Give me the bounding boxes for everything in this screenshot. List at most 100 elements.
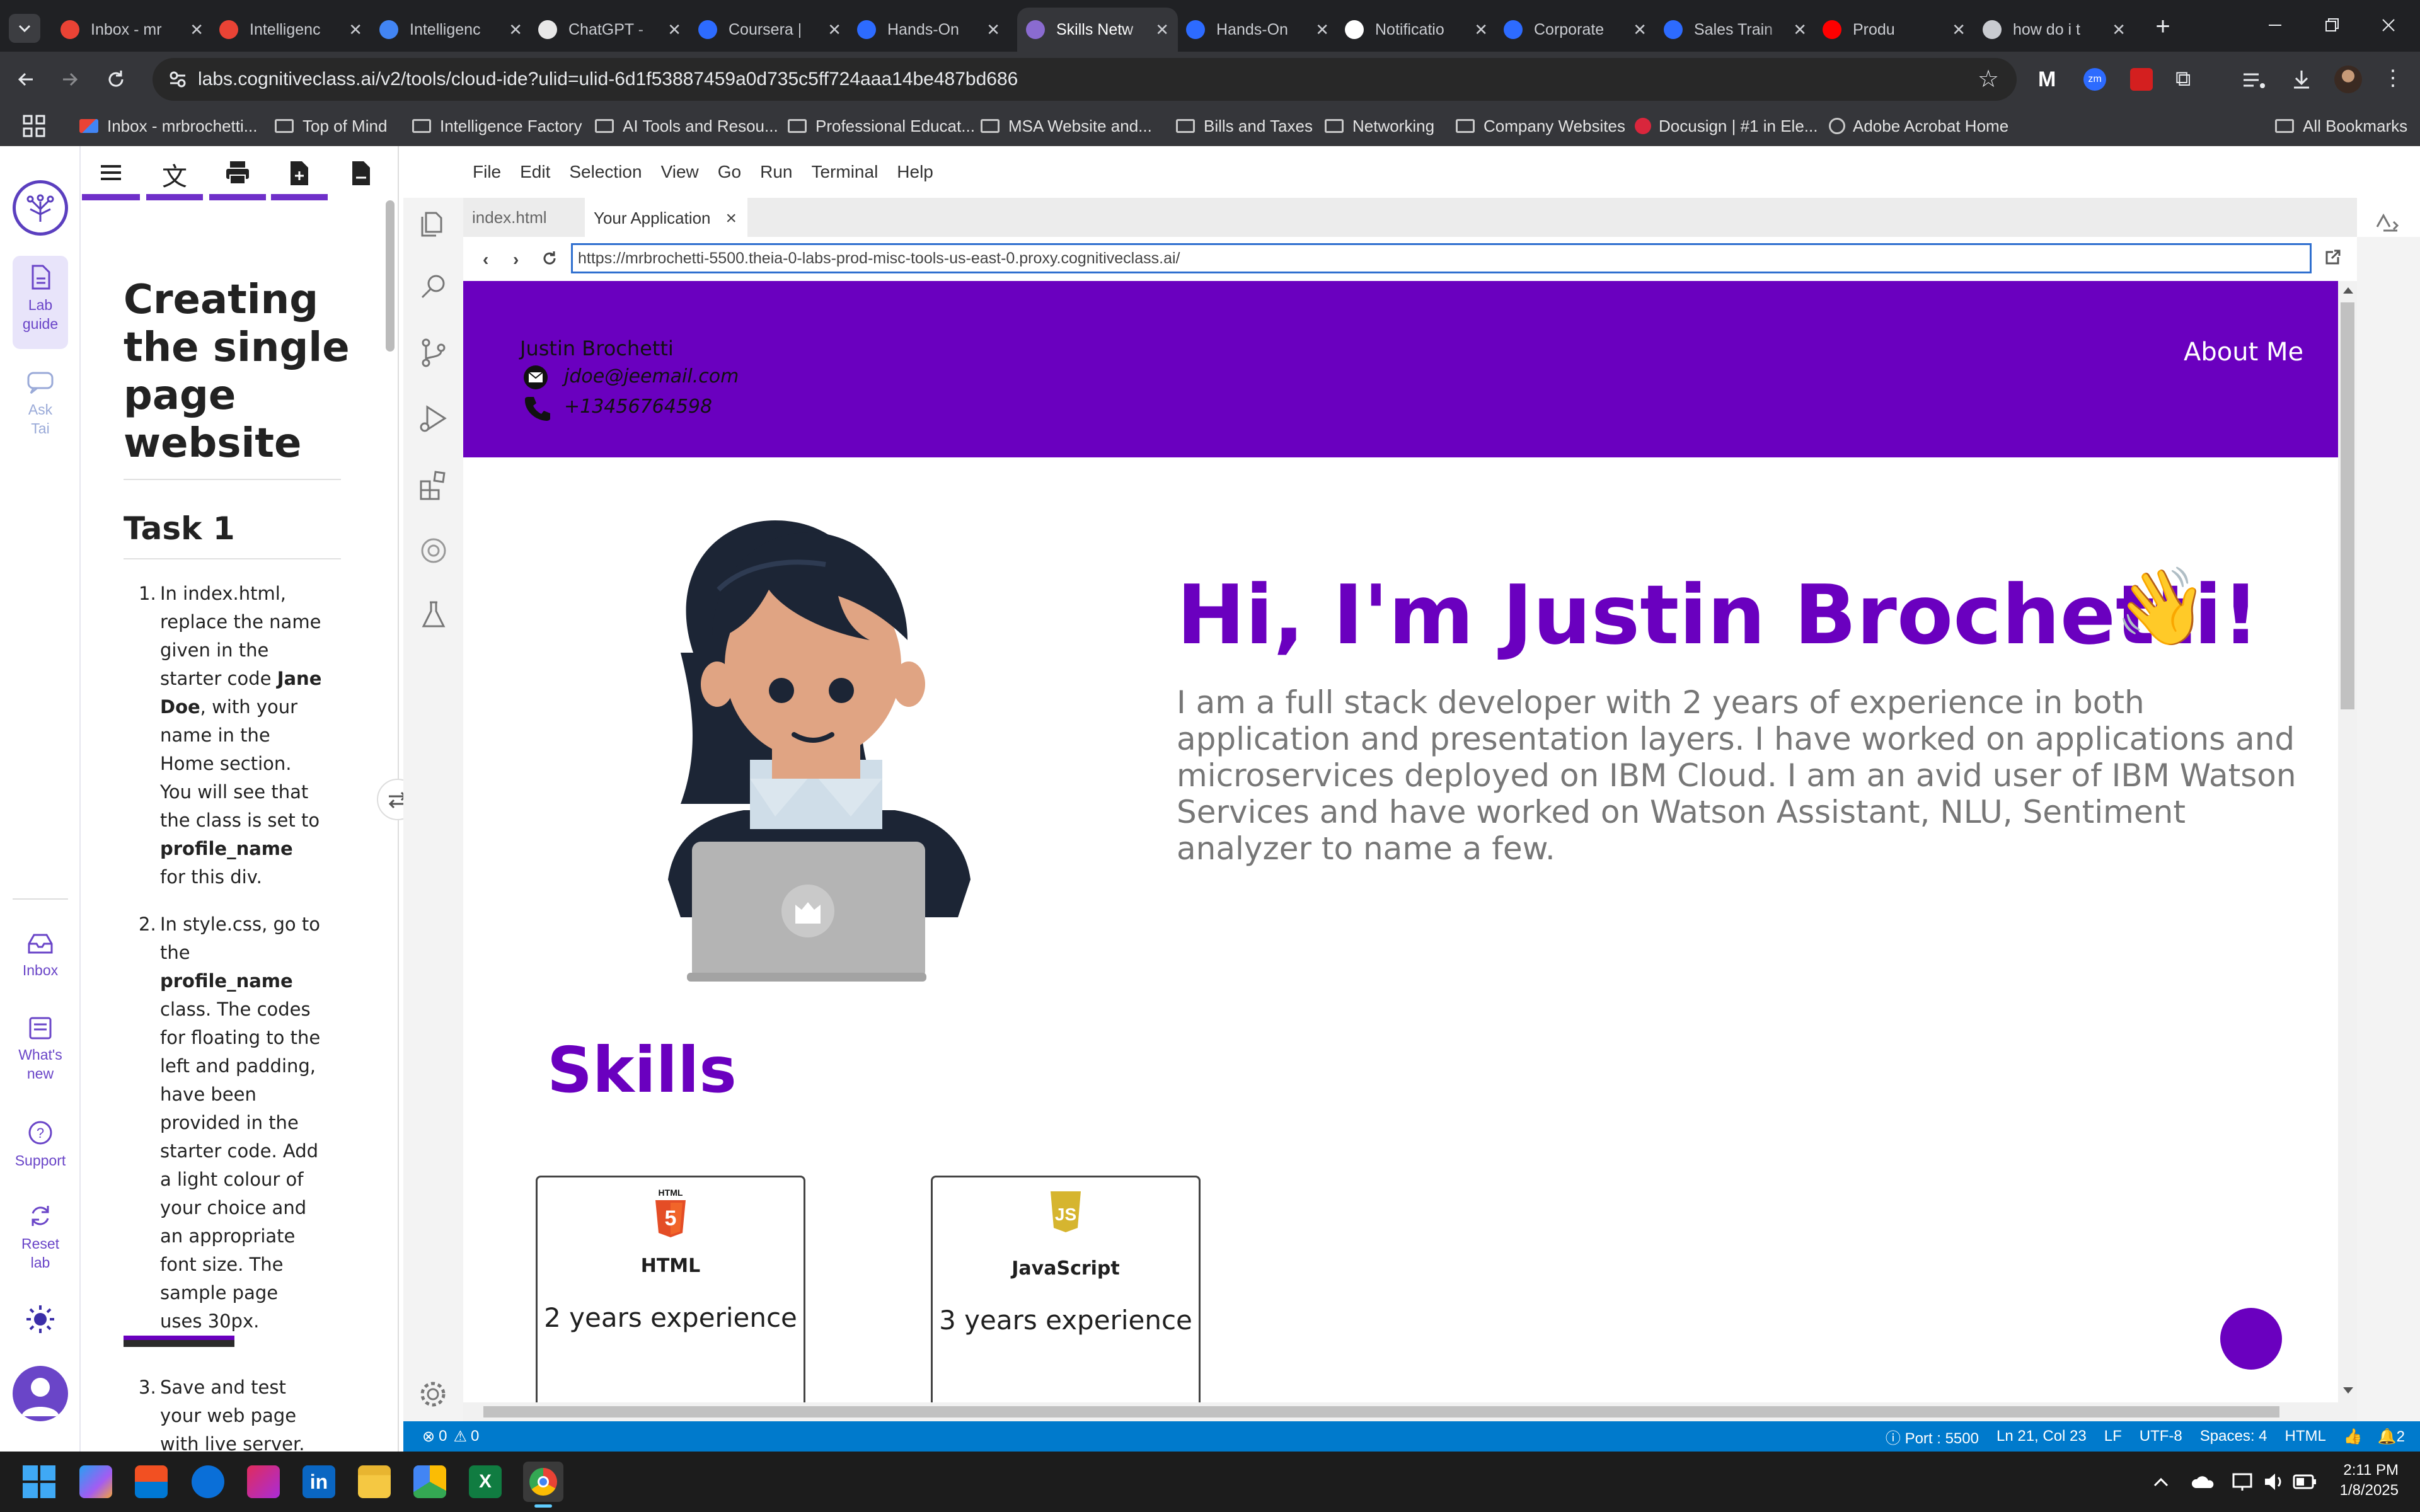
guide-translate-button[interactable]: 文 bbox=[146, 156, 203, 200]
browser-tab[interactable]: Intelligenc ✕ bbox=[371, 8, 531, 52]
reload-button[interactable] bbox=[102, 66, 130, 93]
close-tab-icon[interactable]: ✕ bbox=[349, 20, 362, 40]
bookmark-item[interactable]: Inbox - mrbrochetti... bbox=[79, 112, 257, 140]
downloads-icon[interactable] bbox=[2289, 67, 2314, 92]
linkedin-icon[interactable]: in bbox=[302, 1465, 335, 1498]
skill-card-javascript[interactable]: JS JavaScript 3 years experience bbox=[931, 1176, 1201, 1402]
close-tab-icon[interactable]: ✕ bbox=[986, 20, 1000, 40]
notifications-indicator[interactable]: 🔔2 bbox=[2378, 1428, 2405, 1446]
close-tab-icon[interactable]: ✕ bbox=[2112, 20, 2126, 40]
cursor-position[interactable]: Ln 21, Col 23 bbox=[1997, 1428, 2087, 1445]
bookmark-item[interactable]: Adobe Acrobat Home bbox=[1829, 112, 2008, 140]
bookmark-item[interactable]: Company Websites bbox=[1456, 112, 1625, 140]
window-restore-button[interactable] bbox=[2319, 13, 2344, 38]
display-icon[interactable] bbox=[2231, 1470, 2254, 1493]
guide-add-doc-button[interactable] bbox=[271, 156, 328, 200]
bookmark-star-icon[interactable]: ☆ bbox=[1978, 67, 2000, 91]
close-tab-icon[interactable]: × bbox=[726, 208, 737, 229]
window-minimize-button[interactable] bbox=[2262, 13, 2288, 38]
hscroll-thumb[interactable] bbox=[483, 1406, 2279, 1418]
profile-email[interactable]: jdoe@jeemail.com bbox=[564, 365, 739, 387]
source-control-icon[interactable] bbox=[417, 336, 450, 369]
bookmark-item[interactable]: Professional Educat... bbox=[788, 112, 975, 140]
cloud-tools-icon[interactable] bbox=[417, 534, 450, 567]
close-tab-icon[interactable]: ✕ bbox=[827, 20, 841, 40]
user-avatar-icon[interactable] bbox=[13, 1366, 68, 1421]
preview-forward-button[interactable]: › bbox=[513, 249, 528, 269]
battery-icon[interactable] bbox=[2293, 1473, 2318, 1491]
excel-icon[interactable]: X bbox=[469, 1465, 502, 1498]
close-tab-icon[interactable]: ✕ bbox=[667, 20, 681, 40]
extensions-puzzle-icon[interactable]: ⧉ bbox=[2175, 67, 2201, 92]
menu-file[interactable]: File bbox=[473, 162, 501, 182]
creative-cloud-icon[interactable] bbox=[247, 1465, 280, 1498]
bookmark-item[interactable]: Top of Mind bbox=[275, 112, 387, 140]
close-tab-icon[interactable]: ✕ bbox=[509, 20, 522, 40]
indent-indicator[interactable]: Spaces: 4 bbox=[2200, 1428, 2267, 1445]
google-drive-icon[interactable] bbox=[413, 1465, 446, 1498]
preview-vertical-scrollbar[interactable] bbox=[2338, 281, 2357, 1402]
floating-action-button[interactable] bbox=[2220, 1308, 2282, 1370]
browser-tab[interactable]: Sales Train ✕ bbox=[1655, 8, 1816, 52]
back-button[interactable] bbox=[13, 66, 40, 93]
menu-edit[interactable]: Edit bbox=[520, 162, 550, 182]
bookmark-item[interactable]: AI Tools and Resou... bbox=[595, 112, 778, 140]
close-tab-icon[interactable]: ✕ bbox=[1315, 20, 1329, 40]
menu-selection[interactable]: Selection bbox=[569, 162, 642, 182]
system-tray-chevron-icon[interactable] bbox=[2152, 1474, 2170, 1489]
close-tab-icon[interactable]: ✕ bbox=[1474, 20, 1488, 40]
scroll-thumb[interactable] bbox=[2341, 302, 2354, 709]
browser-tab[interactable]: Coursera | ✕ bbox=[689, 8, 850, 52]
browser-tab[interactable]: Intelligenc ✕ bbox=[210, 8, 371, 52]
rail-ask-tai[interactable]: Ask Tai bbox=[0, 370, 81, 438]
menu-terminal[interactable]: Terminal bbox=[811, 162, 878, 182]
guide-sample-image[interactable] bbox=[124, 1336, 234, 1347]
close-tab-icon[interactable]: ✕ bbox=[1633, 20, 1647, 40]
guide-toc-button[interactable] bbox=[82, 156, 140, 200]
nav-about-me[interactable]: About Me bbox=[2184, 338, 2303, 367]
rail-lab-guide[interactable]: Lab guide bbox=[0, 263, 81, 333]
browser-tab[interactable]: ChatGPT - ✕ bbox=[529, 8, 690, 52]
explorer-icon[interactable] bbox=[417, 208, 450, 241]
dell-icon[interactable] bbox=[192, 1465, 224, 1498]
menu-go[interactable]: Go bbox=[718, 162, 741, 182]
browser-tab[interactable]: Hands-On ✕ bbox=[1177, 8, 1338, 52]
settings-gear-icon[interactable] bbox=[417, 1378, 449, 1410]
problems-indicator[interactable]: ⊗ 0 ⚠ 0 bbox=[422, 1428, 479, 1446]
browser-menu-button[interactable]: ⋮ bbox=[2382, 66, 2404, 93]
theme-toggle-sun-icon[interactable] bbox=[25, 1304, 55, 1334]
language-indicator[interactable]: HTML bbox=[2285, 1428, 2326, 1445]
bookmark-item[interactable]: Bills and Taxes bbox=[1176, 112, 1313, 140]
apps-grid-icon[interactable] bbox=[21, 113, 47, 139]
new-tab-button[interactable]: + bbox=[2148, 13, 2178, 43]
volume-icon[interactable] bbox=[2262, 1470, 2285, 1493]
forward-button[interactable] bbox=[55, 66, 83, 93]
browser-tab[interactable]: Corporate ✕ bbox=[1495, 8, 1656, 52]
rail-inbox[interactable]: Inbox bbox=[0, 931, 81, 980]
open-external-icon[interactable] bbox=[2323, 248, 2342, 267]
rail-support[interactable]: ? Support bbox=[0, 1119, 81, 1170]
extension-m-icon[interactable]: M bbox=[2038, 68, 2063, 91]
browser-tab[interactable]: Produ ✕ bbox=[1814, 8, 1974, 52]
split-editor-icon[interactable] bbox=[2371, 208, 2402, 239]
clock[interactable]: 2:11 PM 1/8/2025 bbox=[2325, 1460, 2399, 1501]
bookmark-item[interactable]: Docusign | #1 in Ele... bbox=[1635, 112, 1818, 140]
profile-avatar[interactable] bbox=[2334, 66, 2362, 93]
preview-horizontal-scrollbar[interactable] bbox=[463, 1402, 2357, 1421]
preview-reload-button[interactable] bbox=[541, 249, 558, 267]
tab-your-application[interactable]: Your Application × bbox=[585, 198, 747, 237]
scroll-up-arrow[interactable] bbox=[2343, 287, 2353, 294]
feedback-icon[interactable]: 👍 bbox=[2344, 1428, 2363, 1446]
preview-url-input[interactable] bbox=[571, 243, 2312, 273]
media-control-icon[interactable] bbox=[2242, 69, 2267, 91]
close-tab-icon[interactable]: ✕ bbox=[1155, 20, 1169, 40]
bookmark-item[interactable]: Networking bbox=[1325, 112, 1434, 140]
store-icon[interactable] bbox=[135, 1465, 168, 1498]
extensions-icon[interactable] bbox=[417, 469, 450, 501]
search-icon[interactable] bbox=[417, 271, 450, 304]
all-bookmarks-button[interactable]: All Bookmarks bbox=[2275, 112, 2407, 140]
guide-print-button[interactable] bbox=[209, 156, 266, 200]
close-tab-icon[interactable]: ✕ bbox=[190, 20, 204, 40]
close-tab-icon[interactable]: ✕ bbox=[1793, 20, 1807, 40]
extension-zoom-icon[interactable]: zm bbox=[2083, 68, 2106, 91]
